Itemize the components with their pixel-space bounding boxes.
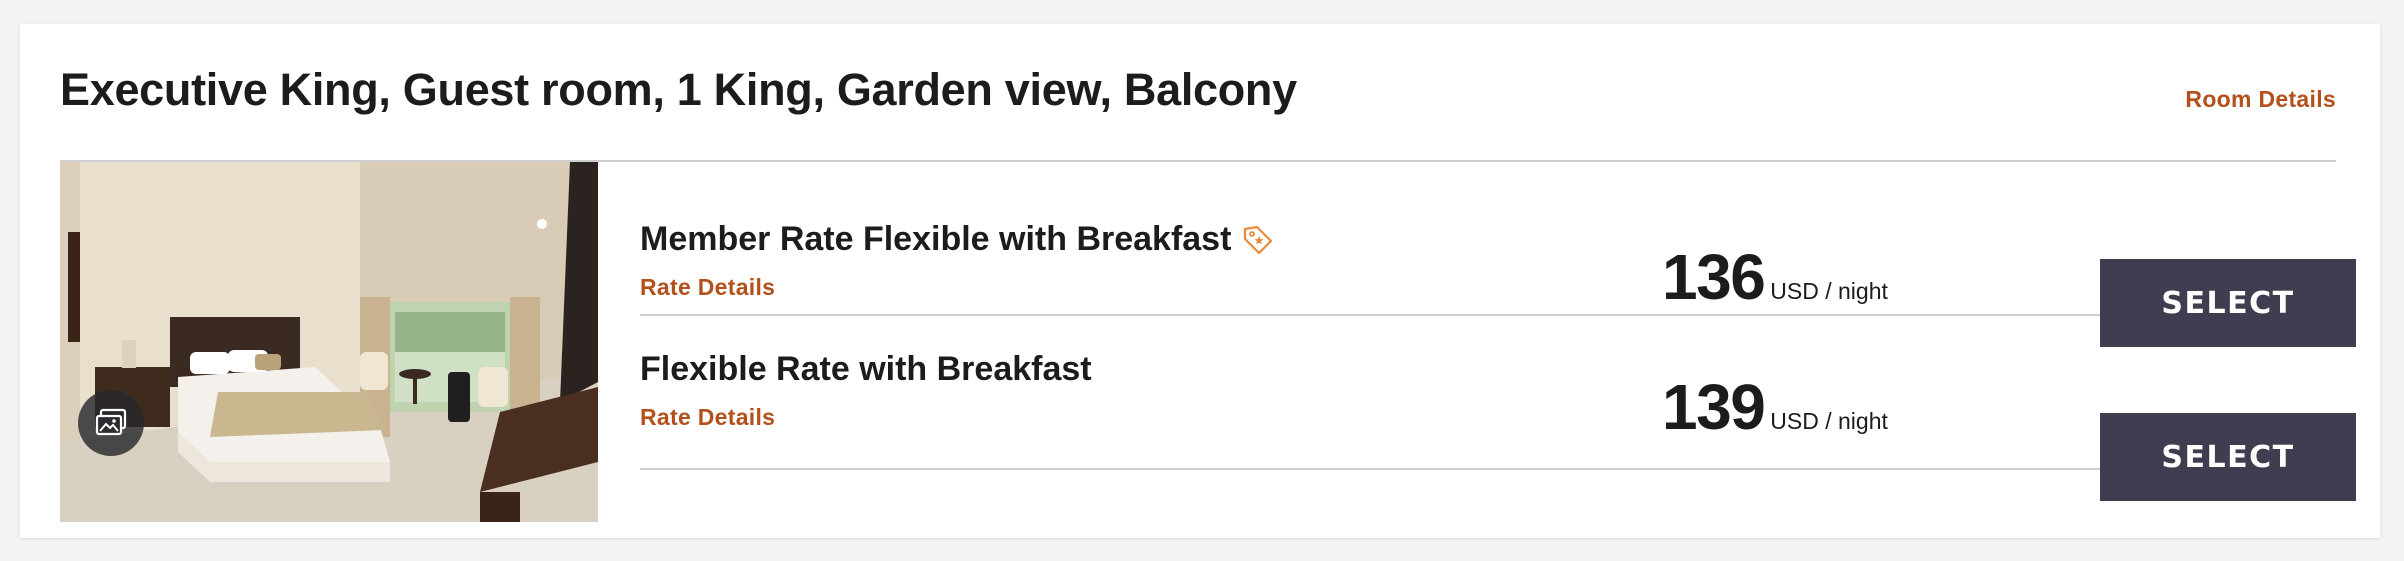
- rate-details-link[interactable]: Rate Details: [640, 274, 775, 301]
- room-photo-image: [60, 162, 598, 522]
- rate-row-member-flexible: Member Rate Flexible with Breakfast Rate…: [640, 162, 2356, 347]
- room-details-link[interactable]: Room Details: [2185, 86, 2336, 113]
- member-tag-icon: [1241, 223, 1275, 257]
- room-photo[interactable]: [60, 162, 598, 522]
- select-button[interactable]: SELECT: [2100, 413, 2356, 501]
- price-amount: 136: [1662, 241, 1766, 313]
- price-unit: USD / night: [1770, 408, 1888, 434]
- gallery-icon: [95, 408, 127, 436]
- rate-name: Flexible Rate with Breakfast: [640, 350, 1092, 389]
- rate-details-link[interactable]: Rate Details: [640, 404, 775, 431]
- gallery-button[interactable]: [78, 390, 144, 456]
- room-card: Executive King, Guest room, 1 King, Gard…: [20, 24, 2380, 538]
- rate-name-text: Flexible Rate with Breakfast: [640, 350, 1092, 388]
- rate-row-flexible: Flexible Rate with Breakfast Rate Detail…: [640, 316, 2356, 501]
- room-title: Executive King, Guest room, 1 King, Gard…: [60, 64, 1297, 115]
- price: 136 USD / night: [1662, 240, 1888, 314]
- rate-name-text: Member Rate Flexible with Breakfast: [640, 220, 1232, 258]
- price-amount: 139: [1662, 371, 1766, 443]
- price: 139 USD / night: [1662, 370, 1888, 444]
- price-unit: USD / night: [1770, 278, 1888, 304]
- rate-name: Member Rate Flexible with Breakfast: [640, 220, 1275, 259]
